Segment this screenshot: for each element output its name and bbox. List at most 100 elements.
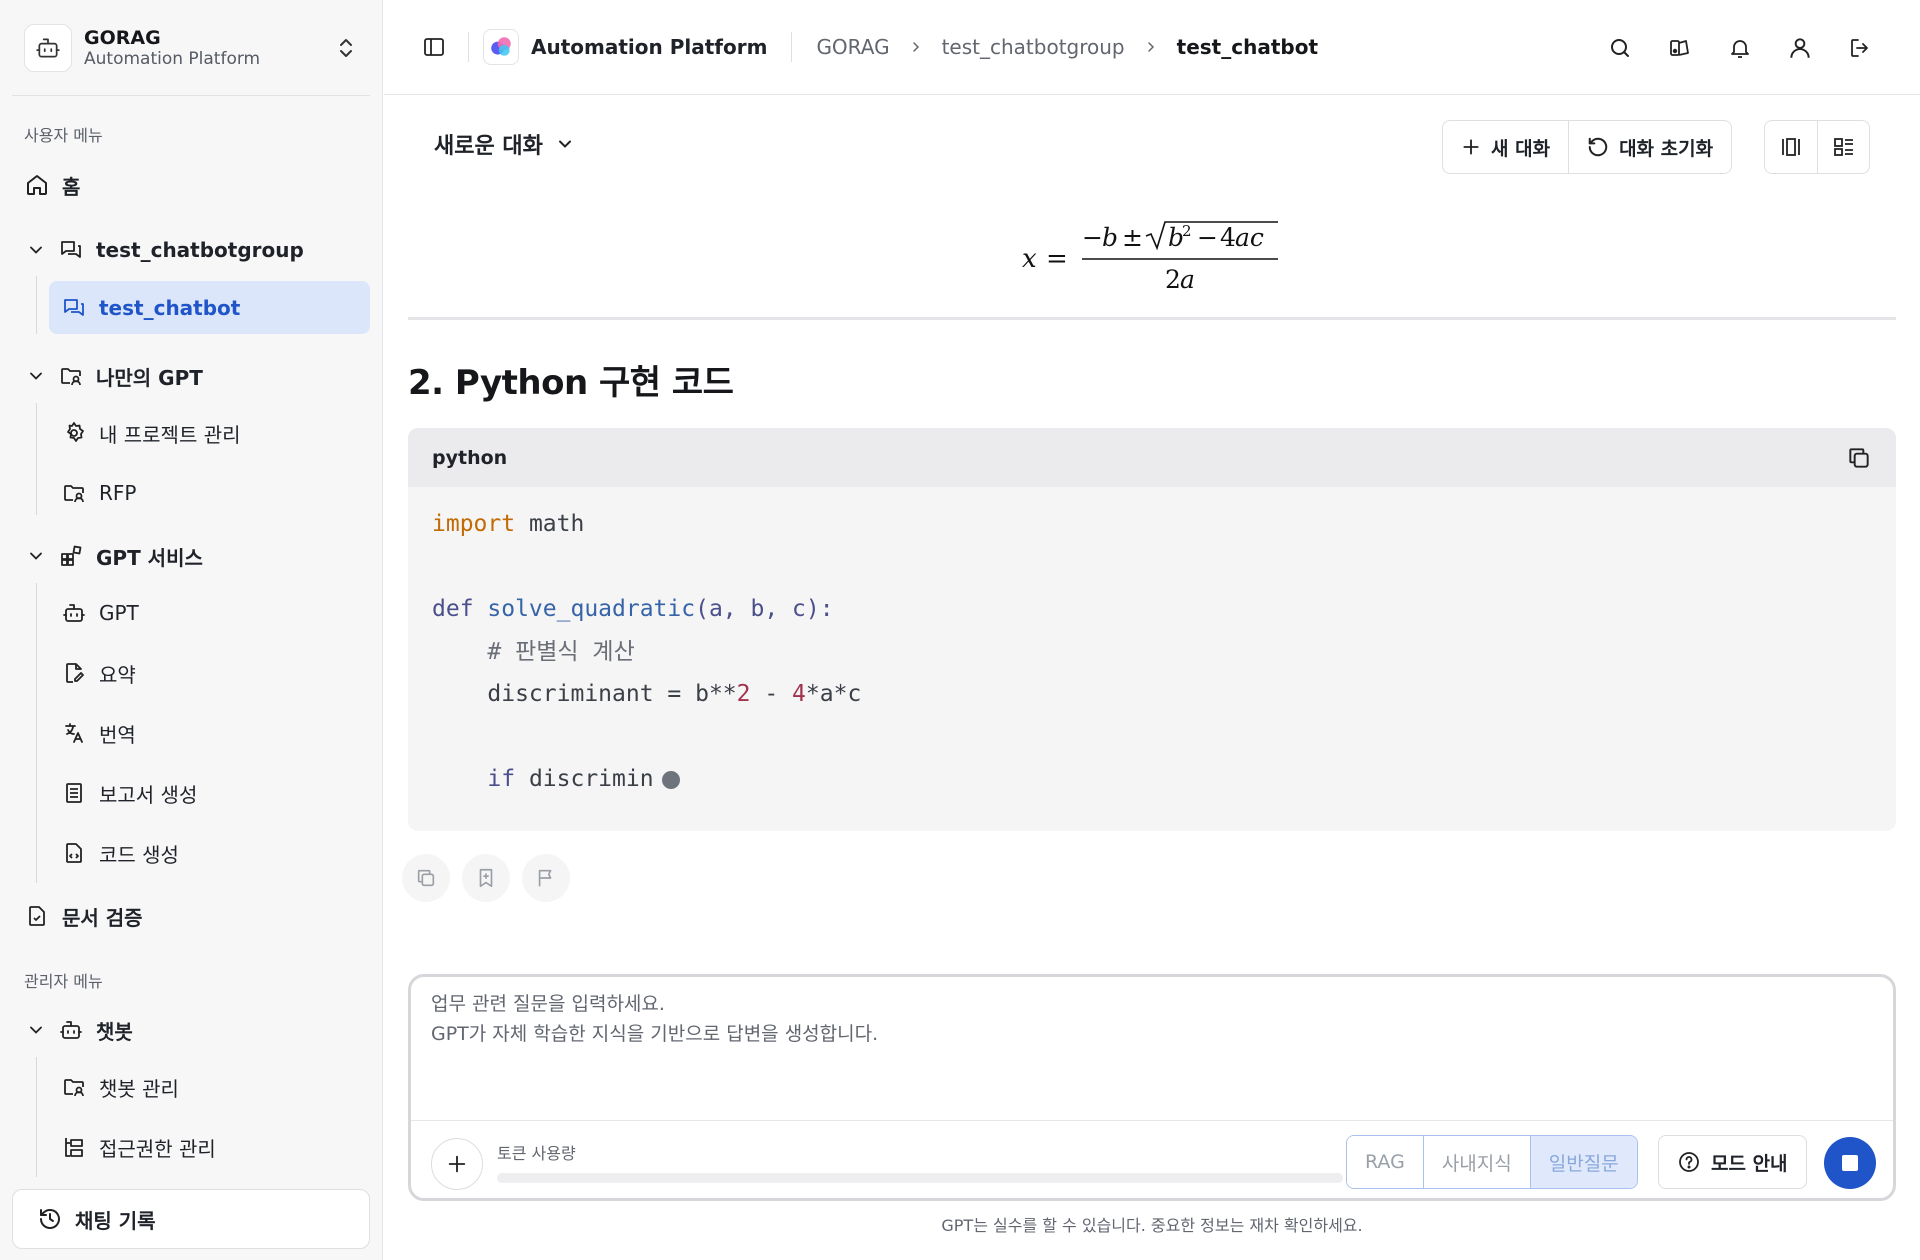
split-view-icon[interactable] (1765, 121, 1817, 173)
plus-icon (1461, 137, 1481, 157)
copy-code-icon[interactable] (1846, 445, 1872, 471)
code-token: - (750, 681, 793, 707)
history-icon (37, 1206, 63, 1232)
brand-title: GORAG (84, 27, 161, 49)
message-input[interactable]: 업무 관련 질문을 입력하세요. GPT가 자체 학습한 지식을 기반으로 답변… (431, 989, 878, 1049)
code-token: solve_quadratic (473, 596, 696, 622)
folder-user-icon (61, 1074, 87, 1100)
quadratic-formula: x = − b ± b 2 − 4 ac 2 a (1020, 214, 1280, 294)
sidebar-item-label: 문서 검증 (62, 905, 143, 930)
user-icon[interactable] (1780, 28, 1820, 68)
chat-history-button[interactable]: 채팅 기록 (12, 1189, 370, 1249)
plus-icon (446, 1153, 468, 1175)
theme-toggle-icon[interactable] (1660, 28, 1700, 68)
code-token: (a, b, c): (695, 596, 834, 622)
section-heading: 2. Python 구현 코드 (408, 363, 734, 403)
breadcrumb-gorag[interactable]: GORAG (816, 35, 889, 59)
svg-text:=: = (1046, 244, 1068, 274)
mode-guide-button[interactable]: 모드 안내 (1658, 1135, 1807, 1189)
search-icon[interactable] (1600, 28, 1640, 68)
conversation-actions: 새 대화 대화 초기화 (1442, 120, 1733, 174)
streaming-indicator (661, 770, 680, 789)
admin-menu-label: 관리자 메뉴 (24, 972, 103, 991)
code-token: # 판별식 계산 (432, 638, 635, 665)
chat-bubbles-icon (61, 295, 87, 321)
placeholder-line: GPT가 자체 학습한 지식을 기반으로 답변을 생성합니다. (431, 1023, 879, 1045)
view-toggle-group (1764, 120, 1870, 174)
svg-text:4: 4 (1220, 223, 1236, 252)
reset-chat-label: 대화 초기화 (1619, 137, 1714, 160)
mode-internal-knowledge[interactable]: 사내지식 (1422, 1136, 1530, 1188)
sidebar-item-home[interactable]: 홈 (24, 160, 80, 210)
app-name: Automation Platform (531, 35, 768, 59)
bookmark-add-icon[interactable] (462, 854, 510, 902)
bot-icon (61, 600, 87, 626)
reset-chat-button[interactable]: 대화 초기화 (1568, 121, 1731, 173)
stop-icon (1842, 1155, 1858, 1171)
sidebar-item-gpt[interactable]: GPT (61, 588, 139, 638)
chevron-down-icon (24, 1018, 48, 1042)
mode-guide-label: 모드 안내 (1711, 1152, 1788, 1175)
divider (12, 95, 370, 96)
sidebar-item-translate[interactable]: 번역 (61, 708, 136, 758)
svg-text:x: x (1022, 244, 1037, 274)
sidebar-item-label: 보고서 생성 (99, 782, 198, 807)
chevrons-up-down-icon (334, 36, 358, 60)
chevron-down-icon (24, 364, 48, 388)
new-chat-label: 새 대화 (1491, 137, 1551, 160)
app-logo-icon (483, 29, 519, 65)
breadcrumb-current: test_chatbot (1176, 35, 1318, 59)
folder-user-icon (58, 363, 84, 389)
sidebar-toggle-icon[interactable] (414, 27, 454, 67)
mode-general-question[interactable]: 일반질문 (1529, 1136, 1637, 1188)
sidebar-item-doc-verify[interactable]: 문서 검증 (24, 891, 143, 941)
conversation-title-dropdown[interactable]: 새로운 대화 (434, 128, 575, 160)
sidebar-group-chatbot[interactable]: 챗봇 (24, 1005, 133, 1055)
sidebar-item-codegen[interactable]: 코드 생성 (61, 828, 179, 878)
sidebar-item-report[interactable]: 보고서 생성 (61, 768, 197, 818)
new-chat-button[interactable]: 새 대화 (1443, 121, 1568, 173)
document-list-icon (61, 780, 87, 806)
sidebar-item-chatbot-manage[interactable]: 챗봇 관리 (61, 1062, 179, 1112)
code-line: # 판별식 계산 (432, 631, 1872, 674)
sidebar-item-label: GPT 서비스 (96, 545, 203, 570)
sidebar-group-my-gpt[interactable]: 나만의 GPT (24, 351, 203, 401)
top-bar: Automation Platform GORAG test_chatbotgr… (384, 0, 1920, 95)
sidebar: GORAG Automation Platform 사용자 메뉴 홈 test_… (0, 0, 383, 1260)
divider (411, 1120, 1893, 1121)
flag-icon[interactable] (522, 854, 570, 902)
file-edit-icon (61, 660, 87, 686)
layout-panel-icon[interactable] (1817, 121, 1869, 173)
code-token: 2 (736, 681, 751, 707)
translate-icon (61, 720, 87, 746)
sidebar-item-label: 나만의 GPT (96, 365, 203, 390)
sidebar-item-rfp[interactable]: RFP (61, 468, 136, 518)
placeholder-line: 업무 관련 질문을 입력하세요. (431, 993, 665, 1015)
bell-icon[interactable] (1720, 28, 1760, 68)
mode-rag[interactable]: RAG (1347, 1136, 1423, 1188)
sidebar-item-access-manage[interactable]: 접근권한 관리 (61, 1122, 216, 1172)
stop-generation-button[interactable] (1824, 1137, 1876, 1189)
user-menu-label: 사용자 메뉴 (24, 126, 103, 145)
breadcrumb-chatbotgroup[interactable]: test_chatbotgroup (942, 35, 1125, 59)
divider (791, 32, 793, 62)
sidebar-item-label: 내 프로젝트 관리 (99, 422, 241, 447)
sidebar-item-label: 챗봇 관리 (99, 1076, 179, 1101)
sidebar-group-gpt-service[interactable]: GPT 서비스 (24, 531, 203, 581)
conversation-title: 새로운 대화 (434, 134, 543, 159)
sidebar-item-label: test_chatbot (99, 295, 241, 320)
sidebar-item-test-chatbot[interactable]: test_chatbot (49, 281, 370, 334)
logout-icon[interactable] (1840, 28, 1880, 68)
message-composer: 업무 관련 질문을 입력하세요. GPT가 자체 학습한 지식을 기반으로 답변… (408, 974, 1896, 1201)
sidebar-item-label: 번역 (99, 722, 136, 747)
divider (408, 317, 1896, 320)
code-line: import math (432, 503, 1872, 546)
folder-user-icon (61, 480, 87, 506)
sidebar-item-my-project[interactable]: 내 프로젝트 관리 (61, 408, 241, 458)
sidebar-item-summary[interactable]: 요약 (61, 648, 136, 698)
workspace-switcher[interactable]: GORAG Automation Platform (12, 12, 370, 84)
attach-button[interactable] (431, 1138, 483, 1190)
code-line: discriminant = b**2 - 4*a*c (432, 673, 1872, 716)
sidebar-group-chatbotgroup[interactable]: test_chatbotgroup (24, 225, 304, 275)
copy-icon[interactable] (402, 854, 450, 902)
